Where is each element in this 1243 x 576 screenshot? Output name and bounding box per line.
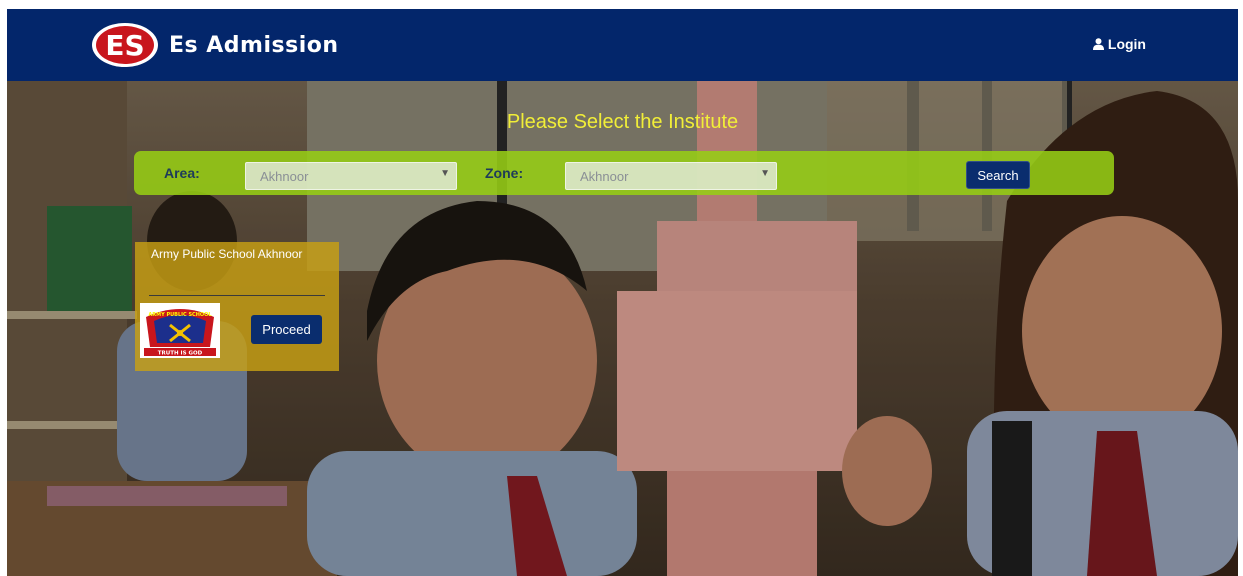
- search-filter-bar: Area: Akhnoor ▼ Zone: Akhnoor ▼ Search: [134, 151, 1114, 195]
- app-frame: ES Es Admission Login Please Select the …: [7, 9, 1238, 576]
- zone-select-value: Akhnoor: [580, 169, 629, 184]
- brand[interactable]: ES Es Admission: [91, 21, 339, 69]
- proceed-button[interactable]: Proceed: [251, 315, 322, 344]
- hero-section: Please Select the Institute Area: Akhnoo…: [7, 81, 1238, 576]
- crest-motto: TRUTH IS GOD: [158, 351, 203, 357]
- school-crest-logo: ARMY PUBLIC SCHOOL TRUTH IS GOD: [140, 303, 220, 358]
- page-heading: Please Select the Institute: [506, 111, 739, 133]
- login-label: Login: [1107, 36, 1146, 52]
- chevron-down-icon: ▼: [440, 168, 450, 179]
- top-navbar: ES Es Admission Login: [7, 9, 1238, 81]
- divider: [149, 295, 325, 296]
- institute-name: Army Public School Akhnoor: [151, 247, 303, 261]
- area-select[interactable]: Akhnoor ▼: [245, 162, 457, 190]
- chevron-down-icon: ▼: [760, 168, 770, 179]
- user-icon: [1092, 38, 1104, 50]
- crest-top-text: ARMY PUBLIC SCHOOL: [148, 312, 212, 318]
- zone-select[interactable]: Akhnoor ▼: [565, 162, 777, 190]
- area-label: Area:: [164, 165, 200, 181]
- logo-text: ES: [105, 29, 144, 62]
- institute-card: Army Public School Akhnoor ARMY PUBLIC S…: [135, 242, 339, 371]
- login-link[interactable]: Login: [1092, 36, 1146, 52]
- area-select-value: Akhnoor: [260, 169, 309, 184]
- es-logo-icon: ES: [92, 23, 158, 67]
- brand-name: Es Admission: [169, 32, 339, 58]
- zone-label: Zone:: [485, 165, 524, 181]
- search-button[interactable]: Search: [966, 161, 1030, 189]
